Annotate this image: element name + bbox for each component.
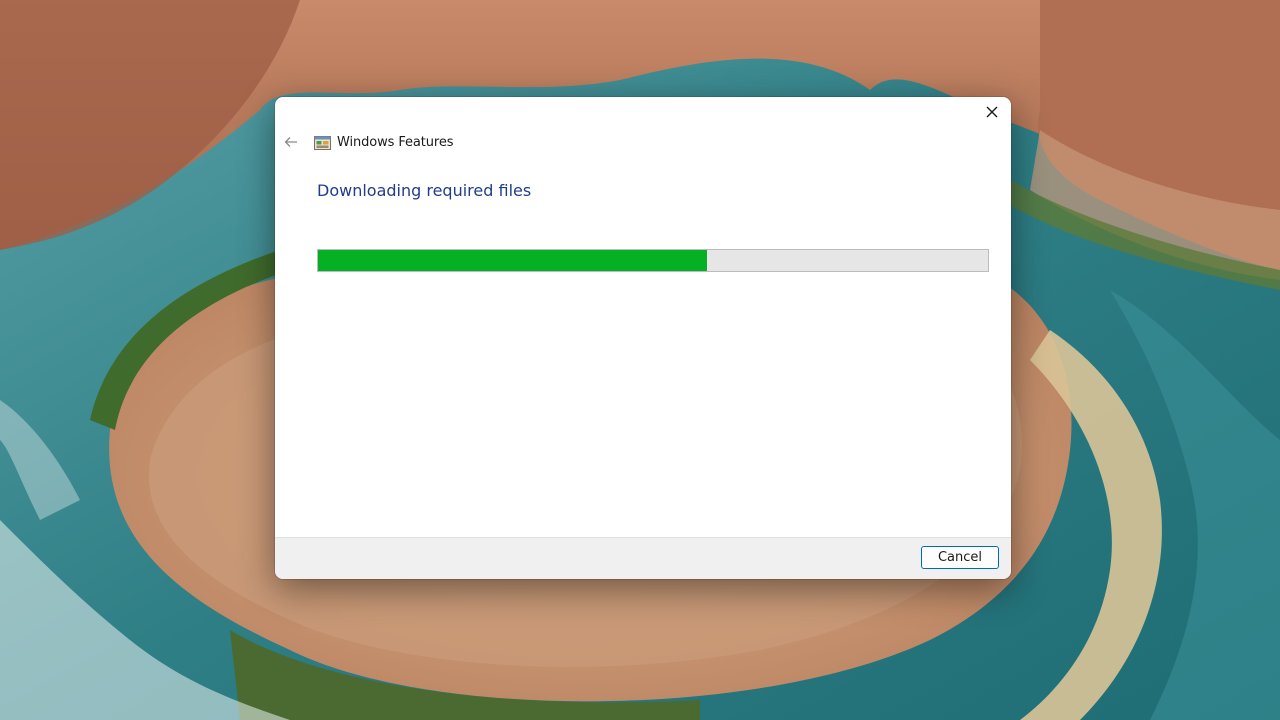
- status-heading: Downloading required files: [317, 181, 532, 200]
- progress-bar-fill: [318, 250, 707, 271]
- windows-features-dialog: Windows Features Downloading required fi…: [275, 97, 1011, 579]
- close-icon: [986, 106, 998, 118]
- back-arrow-icon: [284, 136, 298, 148]
- back-button[interactable]: [283, 134, 299, 150]
- close-button[interactable]: [979, 99, 1005, 125]
- download-progress-bar: [317, 249, 989, 272]
- windows-features-icon: [314, 135, 331, 150]
- window-title: Windows Features: [337, 134, 454, 150]
- dialog-header: Windows Features: [283, 131, 454, 153]
- dialog-footer: Cancel: [275, 537, 1011, 579]
- cancel-button[interactable]: Cancel: [921, 546, 999, 569]
